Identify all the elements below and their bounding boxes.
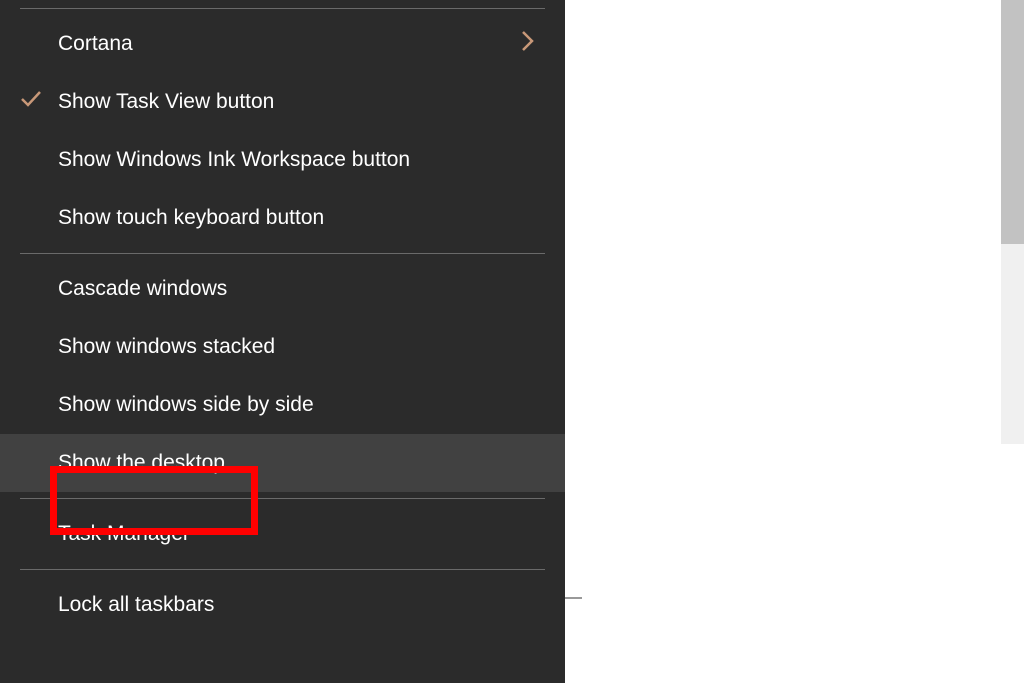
menu-item-cascade-windows[interactable]: Cascade windows: [0, 260, 565, 318]
menu-item-lock-taskbars[interactable]: Lock all taskbars: [0, 576, 565, 634]
menu-item-show-task-view[interactable]: Show Task View button: [0, 73, 565, 131]
menu-label: Show Windows Ink Workspace button: [58, 148, 545, 172]
menu-label: Cascade windows: [58, 277, 545, 301]
menu-item-show-side-by-side[interactable]: Show windows side by side: [0, 376, 565, 434]
checkmark-icon: [20, 90, 42, 114]
menu-label: Show the desktop: [58, 451, 545, 475]
background-area: [565, 0, 1024, 683]
menu-separator: [20, 8, 545, 9]
menu-label: Task Manager: [58, 522, 545, 546]
menu-item-toolbars[interactable]: Toolbars: [0, 0, 565, 2]
menu-label: Show Task View button: [58, 90, 545, 114]
menu-item-show-ink-workspace[interactable]: Show Windows Ink Workspace button: [0, 131, 565, 189]
menu-label: Show windows side by side: [58, 393, 545, 417]
menu-label: Lock all taskbars: [58, 593, 545, 617]
menu-item-task-manager[interactable]: Task Manager: [0, 505, 565, 563]
menu-item-show-touch-keyboard[interactable]: Show touch keyboard button: [0, 189, 565, 247]
chevron-right-icon: [521, 30, 535, 58]
menu-label: Show windows stacked: [58, 335, 545, 359]
menu-separator: [20, 253, 545, 254]
menu-label: Show touch keyboard button: [58, 206, 545, 230]
menu-item-show-desktop[interactable]: Show the desktop: [0, 434, 565, 492]
taskbar-context-menu: Toolbars Cortana Show Task View button S…: [0, 0, 565, 683]
menu-label: Cortana: [58, 32, 521, 56]
menu-separator: [20, 498, 545, 499]
scrollbar-thumb[interactable]: [1001, 0, 1024, 244]
window-border: [565, 0, 582, 599]
menu-separator: [20, 569, 545, 570]
scrollbar-track: [1001, 244, 1024, 444]
menu-item-show-stacked[interactable]: Show windows stacked: [0, 318, 565, 376]
menu-item-cortana[interactable]: Cortana: [0, 15, 565, 73]
